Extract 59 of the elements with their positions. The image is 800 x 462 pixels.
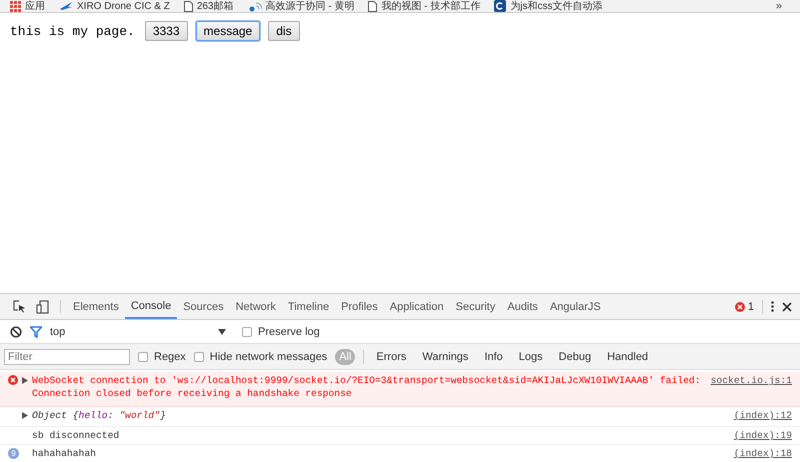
source-link[interactable]: (index):19 <box>734 429 792 442</box>
error-message: WebSocket connection to 'ws://localhost:9999/socket.io/?EIO=3&transport=websocket&sid=AKIJaLJcXW10IWVIAAAB' failed: Connection closed before receiving a handshake response <box>32 374 701 400</box>
swoosh-icon <box>59 1 73 11</box>
log-message: sb disconnected <box>32 429 120 442</box>
clear-icon[interactable] <box>10 326 22 338</box>
context-dropdown[interactable]: top <box>50 326 210 338</box>
page-button[interactable]: message <box>196 21 260 41</box>
devtools-tab[interactable]: Security <box>450 294 502 319</box>
devtools-tab[interactable]: AngularJS <box>544 294 607 319</box>
more-icon[interactable] <box>771 301 774 312</box>
source-link[interactable]: socket.io.js:1 <box>710 374 792 400</box>
devtools-tab[interactable]: Elements <box>67 294 125 319</box>
checkbox-label: Preserve log <box>258 326 320 338</box>
level-filter[interactable]: Errors <box>372 348 410 364</box>
signal-waves-icon <box>248 0 262 12</box>
expand-arrow-icon[interactable] <box>22 412 28 419</box>
page-button[interactable]: dis <box>268 21 300 41</box>
regex-checkbox[interactable] <box>138 352 148 362</box>
object-message[interactable]: Object {hello: "world"} <box>32 410 166 421</box>
devtools-tab[interactable]: Network <box>230 294 282 319</box>
error-icon <box>8 375 18 385</box>
devtools-tab[interactable]: Application <box>384 294 450 319</box>
bookmark-link[interactable]: 263邮箱 <box>196 0 234 12</box>
close-icon[interactable] <box>782 302 792 312</box>
bookmark-link[interactable]: 我的视图 - 技术部工作 <box>381 0 480 12</box>
level-filter[interactable]: Debug <box>554 348 596 364</box>
devtools-tab[interactable]: Timeline <box>282 294 336 319</box>
filter-field[interactable]: Filter <box>4 348 130 364</box>
filter-icon[interactable] <box>30 326 42 338</box>
devtools-tab[interactable]: Audits <box>501 294 544 319</box>
page-text: this is my page. <box>10 24 135 39</box>
bookmark-link[interactable]: 为js和css文件自动添 <box>510 0 603 12</box>
bookmarks-overflow[interactable]: » <box>776 0 782 12</box>
inspect-icon[interactable] <box>13 300 26 313</box>
devtools-tab[interactable]: Profiles <box>335 294 384 319</box>
device-icon[interactable] <box>36 300 49 314</box>
devtools-tab[interactable]: Console <box>124 294 178 319</box>
dropdown-caret-icon[interactable] <box>218 328 226 334</box>
level-filter[interactable]: Logs <box>514 348 547 364</box>
level-filter[interactable]: Info <box>480 348 507 364</box>
error-icon <box>734 302 745 312</box>
hide-network-checkbox[interactable] <box>194 352 204 362</box>
source-link[interactable]: (index):12 <box>734 409 792 424</box>
apps-grid-icon <box>10 0 21 12</box>
expand-arrow-icon[interactable] <box>22 377 28 384</box>
source-link[interactable]: (index):18 <box>734 447 792 460</box>
checkbox-label: Hide network messages <box>210 350 328 362</box>
error-count: 1 <box>748 300 754 312</box>
bookmark-link[interactable]: 应用 <box>25 0 45 12</box>
log-message: hahahahahah <box>32 447 97 460</box>
bookmark-link[interactable]: XIRO Drone CIC & Z <box>77 0 170 12</box>
page-button[interactable]: 3333 <box>144 21 188 41</box>
bookmark-link[interactable]: 高效源于协同 - 黄明 <box>266 0 354 12</box>
preserve-log-checkbox[interactable] <box>242 326 252 336</box>
checkbox-label: Regex <box>154 350 186 362</box>
level-filter[interactable]: Warnings <box>418 348 472 364</box>
devtools-tab[interactable]: Sources <box>177 294 230 319</box>
level-filter[interactable]: Handled <box>603 348 652 364</box>
repeat-count: 9 <box>8 448 19 459</box>
